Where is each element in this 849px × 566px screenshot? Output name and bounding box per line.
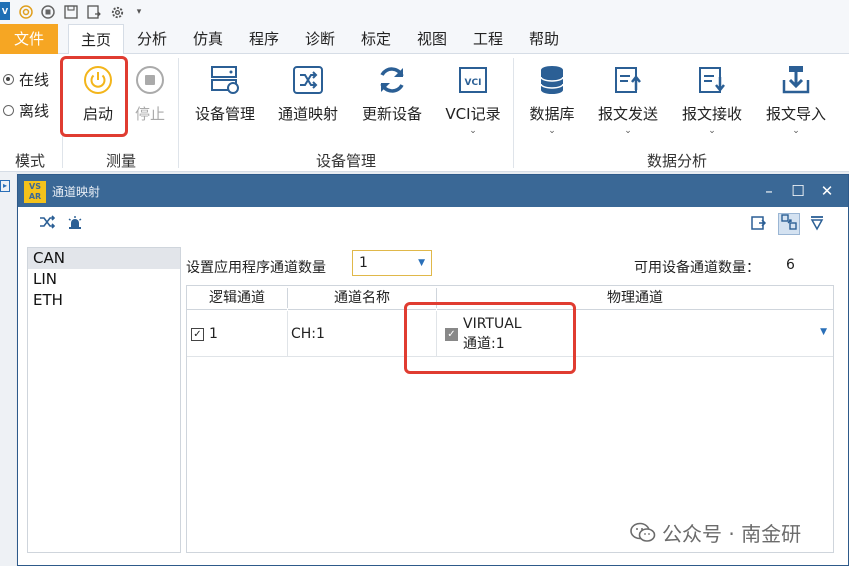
stop-label: 停止	[134, 105, 165, 123]
shuffle-icon	[272, 60, 344, 100]
save-icon[interactable]	[62, 3, 80, 21]
chevron-down-icon: ⌄	[708, 126, 716, 136]
stop-icon	[126, 60, 174, 100]
refresh-device-label: 更新设备	[361, 105, 422, 123]
chevron-down-icon: ▼	[418, 258, 425, 268]
tab-program[interactable]: 程序	[240, 24, 288, 54]
tab-project[interactable]: 工程	[464, 24, 512, 54]
logic-channel-value: 1	[209, 326, 218, 342]
close-icon[interactable]: ✕	[816, 180, 838, 202]
channel-count-value: 1	[359, 255, 368, 271]
dialog-toolbar	[18, 207, 848, 239]
device-manage-icon	[188, 60, 262, 100]
chevron-down-icon: ⌄	[548, 126, 556, 136]
column-separator	[287, 311, 288, 357]
tab-diagnosis[interactable]: 诊断	[296, 24, 344, 54]
channel-count-select[interactable]: 1 ▼	[352, 250, 432, 276]
bus-type-list: CAN LIN ETH	[27, 247, 181, 553]
save-as-icon[interactable]	[85, 3, 103, 21]
group-label-analysis: 数据分析	[646, 152, 707, 170]
receive-icon	[676, 60, 748, 100]
radio-dot-selected	[3, 74, 14, 85]
highlight-start-button	[60, 56, 128, 137]
column-header-logic[interactable]: 逻辑通道	[187, 286, 287, 310]
minimize-icon[interactable]: –	[758, 180, 780, 202]
mode-offline-label: 离线	[19, 102, 50, 120]
tab-analysis[interactable]: 分析	[128, 24, 176, 54]
message-import-label: 报文导入	[765, 105, 826, 123]
auto-map-icon[interactable]	[778, 213, 800, 235]
vci-icon: VCI	[438, 60, 508, 100]
channel-count-label: 设置应用程序通道数量	[186, 260, 326, 276]
message-import-button[interactable]: 报文导入 ⌄	[760, 60, 832, 136]
chevron-down-icon: ⌄	[469, 126, 477, 136]
tab-file[interactable]: 文件	[0, 24, 58, 54]
logic-channel-checkbox[interactable]: ✓	[191, 327, 204, 341]
message-send-button[interactable]: 报文发送 ⌄	[592, 60, 664, 136]
dialog-title: 通道映射	[52, 185, 101, 199]
mode-online-radio[interactable]: 在线	[3, 69, 49, 90]
shuffle-icon[interactable]	[38, 215, 56, 233]
vci-record-button[interactable]: VCI VCI记录 ⌄	[438, 60, 508, 136]
wechat-icon	[630, 522, 656, 544]
group-label-mode: 模式	[14, 152, 45, 170]
message-receive-button[interactable]: 报文接收 ⌄	[676, 60, 748, 136]
device-manage-label: 设备管理	[194, 105, 255, 123]
vci-record-label: VCI记录	[445, 105, 501, 123]
database-button[interactable]: 数据库 ⌄	[522, 60, 582, 136]
maximize-icon[interactable]: ☐	[787, 180, 809, 202]
export-icon[interactable]	[750, 215, 768, 233]
channel-mapping-button[interactable]: 通道映射	[272, 60, 344, 124]
light-icon[interactable]	[66, 215, 84, 233]
filter-icon[interactable]	[808, 215, 826, 233]
left-dock-strip: ▸	[0, 172, 16, 566]
app-logo-icon: VS AR	[24, 181, 46, 203]
highlight-physical-channel	[404, 302, 576, 374]
list-item-eth[interactable]: ETH	[28, 290, 180, 311]
channel-mapping-label: 通道映射	[277, 105, 338, 123]
list-item-lin[interactable]: LIN	[28, 269, 180, 290]
chevron-down-icon: ⌄	[624, 126, 632, 136]
dialog-title-bar: VS AR 通道映射 – ☐ ✕	[18, 175, 848, 207]
watermark-text: 公众号 · 南金研	[662, 522, 802, 546]
refresh-device-button[interactable]: 更新设备	[356, 60, 428, 124]
available-channels-value: 6	[786, 257, 795, 273]
message-receive-label: 报文接收	[681, 105, 742, 123]
tab-home[interactable]: 主页	[68, 24, 124, 55]
mode-online-label: 在线	[19, 71, 50, 89]
tab-calibration[interactable]: 标定	[352, 24, 400, 54]
refresh-icon	[356, 60, 428, 100]
stop-button[interactable]: 停止	[126, 60, 174, 124]
tab-help[interactable]: 帮助	[520, 24, 568, 54]
tab-view[interactable]: 视图	[408, 24, 456, 54]
menu-bar: 文件 主页 分析 仿真 程序 诊断 标定 视图 工程 帮助	[0, 24, 849, 55]
chevron-down-icon[interactable]: ▼	[820, 327, 827, 337]
logic-channel-cell: ✓ 1	[191, 311, 287, 357]
available-channels-label: 可用设备通道数量：	[634, 260, 760, 276]
group-separator	[178, 58, 179, 168]
settings-icon[interactable]	[108, 3, 126, 21]
import-icon	[760, 60, 832, 100]
watermark: 公众号 · 南金研	[630, 518, 801, 547]
database-label: 数据库	[529, 105, 575, 123]
target-icon[interactable]	[17, 3, 35, 21]
radio-dot	[3, 105, 14, 116]
app-logo-icon: V	[0, 2, 10, 20]
list-item-can[interactable]: CAN	[28, 248, 180, 269]
channel-config-pane: 设置应用程序通道数量 1 ▼ 可用设备通道数量： 6 逻辑通道 通道名称 物理通…	[186, 247, 836, 553]
pin-icon[interactable]: ▸	[0, 180, 10, 192]
database-icon	[522, 60, 582, 100]
message-send-label: 报文发送	[597, 105, 658, 123]
quick-access-bar: V ▾	[0, 0, 849, 24]
group-label-measure: 测量	[105, 152, 136, 170]
group-label-device: 设备管理	[315, 152, 376, 170]
mode-offline-radio[interactable]: 离线	[3, 100, 49, 121]
svg-text:VCI: VCI	[465, 78, 482, 88]
stop-circle-icon[interactable]	[39, 3, 57, 21]
chevron-down-icon: ⌄	[792, 126, 800, 136]
device-manage-button[interactable]: 设备管理	[188, 60, 262, 124]
customize-dropdown-icon[interactable]: ▾	[130, 3, 148, 21]
tab-simulation[interactable]: 仿真	[184, 24, 232, 54]
send-icon	[592, 60, 664, 100]
